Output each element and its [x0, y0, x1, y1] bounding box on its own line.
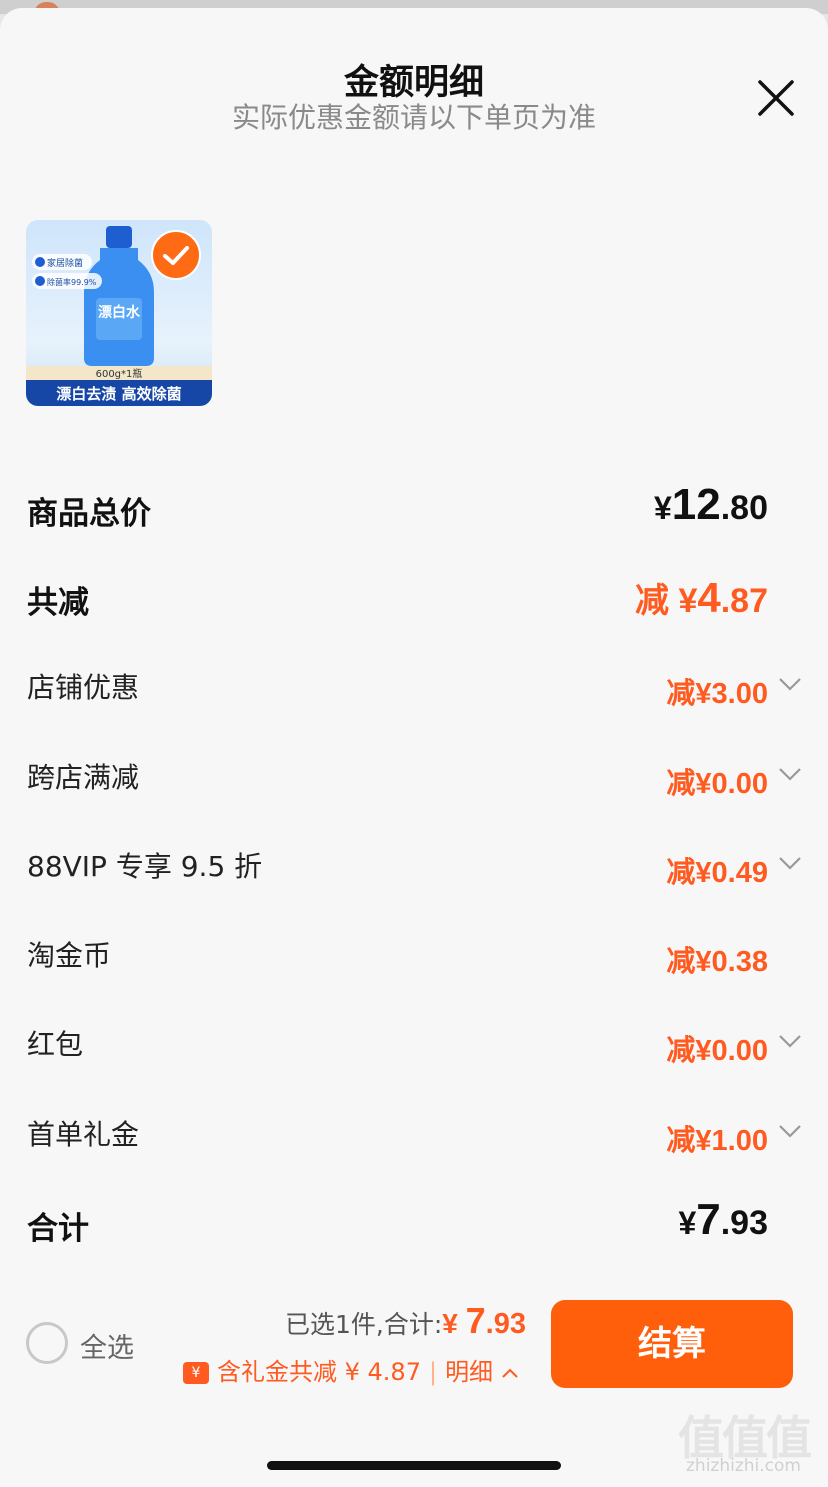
- total-price-integer: 12: [671, 480, 721, 529]
- total-price-currency: ¥: [653, 490, 672, 526]
- red-packet-label: 红包: [27, 1028, 84, 1061]
- selected-summary: 已选1件,合计:¥ 7.93: [285, 1300, 526, 1342]
- total-discount-value: 减 ¥4.87: [635, 573, 768, 622]
- chevron-down-icon[interactable]: [778, 1033, 802, 1049]
- row-first-order[interactable]: 首单礼金 减¥1.00: [0, 1113, 828, 1163]
- row-sum: 合计 ¥7.93: [0, 1195, 828, 1253]
- sum-currency: ¥: [678, 1205, 697, 1241]
- detail-link[interactable]: 明细: [445, 1358, 493, 1386]
- amount-detail-sheet: 金额明细 实际优惠金额请以下单页为准 漂白水 家居除菌 除菌率99.9% 600…: [0, 8, 828, 1487]
- chevron-up-icon[interactable]: [501, 1367, 519, 1379]
- product-name: 漂白水: [98, 304, 141, 321]
- sheet-subtitle: 实际优惠金额请以下单页为准: [231, 101, 596, 134]
- total-discount-prefix: 减 ¥: [635, 582, 698, 620]
- close-icon[interactable]: [754, 76, 798, 120]
- sum-label: 合计: [27, 1211, 89, 1247]
- sum-value: ¥7.93: [678, 1195, 768, 1245]
- divider: |: [428, 1358, 438, 1386]
- checkout-button[interactable]: 结算: [551, 1300, 793, 1388]
- summary-decimal: .93: [485, 1308, 526, 1340]
- first-order-label: 首单礼金: [27, 1118, 140, 1151]
- row-cross-shop[interactable]: 跨店满减 减¥0.00: [0, 756, 828, 806]
- row-total-discount: 共减 减 ¥4.87: [0, 574, 828, 627]
- selected-check-icon[interactable]: [150, 229, 202, 281]
- total-discount-decimal: .87: [720, 582, 768, 620]
- shop-discount-label: 店铺优惠: [27, 671, 140, 704]
- chevron-down-icon[interactable]: [778, 676, 802, 692]
- gift-tag-icon: ¥: [183, 1362, 209, 1384]
- total-price-value: ¥12.80: [654, 480, 768, 530]
- product-badge-1: 家居除菌: [47, 257, 83, 269]
- summary-integer: 7: [465, 1300, 486, 1341]
- total-discount-label: 共减: [27, 585, 89, 621]
- watermark-site: zhizhizhi.com: [686, 1456, 801, 1476]
- chevron-down-icon[interactable]: [778, 766, 802, 782]
- total-price-label: 商品总价: [27, 496, 151, 532]
- taojinbi-value: 减¥0.38: [666, 946, 768, 978]
- select-all-radio[interactable]: [26, 1322, 68, 1364]
- gift-discount-line[interactable]: ¥ 含礼金共减 ¥ 4.87 | 明细: [183, 1352, 519, 1387]
- sum-integer: 7: [696, 1195, 721, 1244]
- vip-value: 减¥0.49: [666, 857, 768, 889]
- select-all-label[interactable]: 全选: [80, 1326, 134, 1365]
- total-discount-integer: 4: [697, 574, 721, 621]
- selected-text: 已选1件,合计:: [285, 1310, 443, 1339]
- row-total-price: 商品总价 ¥12.80: [0, 480, 828, 538]
- chevron-down-icon[interactable]: [778, 1123, 802, 1139]
- gift-text: 含礼金共减 ¥ 4.87: [217, 1358, 421, 1386]
- vip-label: 88VIP 专享 9.5 折: [27, 850, 263, 883]
- red-packet-value: 减¥0.00: [666, 1035, 768, 1067]
- row-red-packet[interactable]: 红包 减¥0.00: [0, 1023, 828, 1073]
- first-order-value: 减¥1.00: [666, 1125, 768, 1157]
- cross-shop-value: 减¥0.00: [666, 768, 768, 800]
- row-taojinbi: 淘金币 减¥0.38: [0, 934, 828, 984]
- row-shop-discount[interactable]: 店铺优惠 减¥3.00: [0, 666, 828, 716]
- row-vip[interactable]: 88VIP 专享 9.5 折 减¥0.49: [0, 845, 828, 895]
- cross-shop-label: 跨店满减: [27, 761, 140, 794]
- product-size: 600g*1瓶: [96, 367, 143, 380]
- summary-currency: ¥: [442, 1308, 466, 1339]
- shop-discount-value: 减¥3.00: [666, 678, 768, 710]
- sum-decimal: .93: [720, 1204, 768, 1242]
- product-badge-2: 除菌率99.9%: [47, 277, 97, 287]
- home-indicator[interactable]: [267, 1461, 561, 1470]
- product-banner: 漂白去渍 高效除菌: [56, 385, 181, 403]
- chevron-down-icon[interactable]: [778, 855, 802, 871]
- taojinbi-label: 淘金币: [27, 939, 112, 972]
- total-price-decimal: .80: [720, 489, 768, 527]
